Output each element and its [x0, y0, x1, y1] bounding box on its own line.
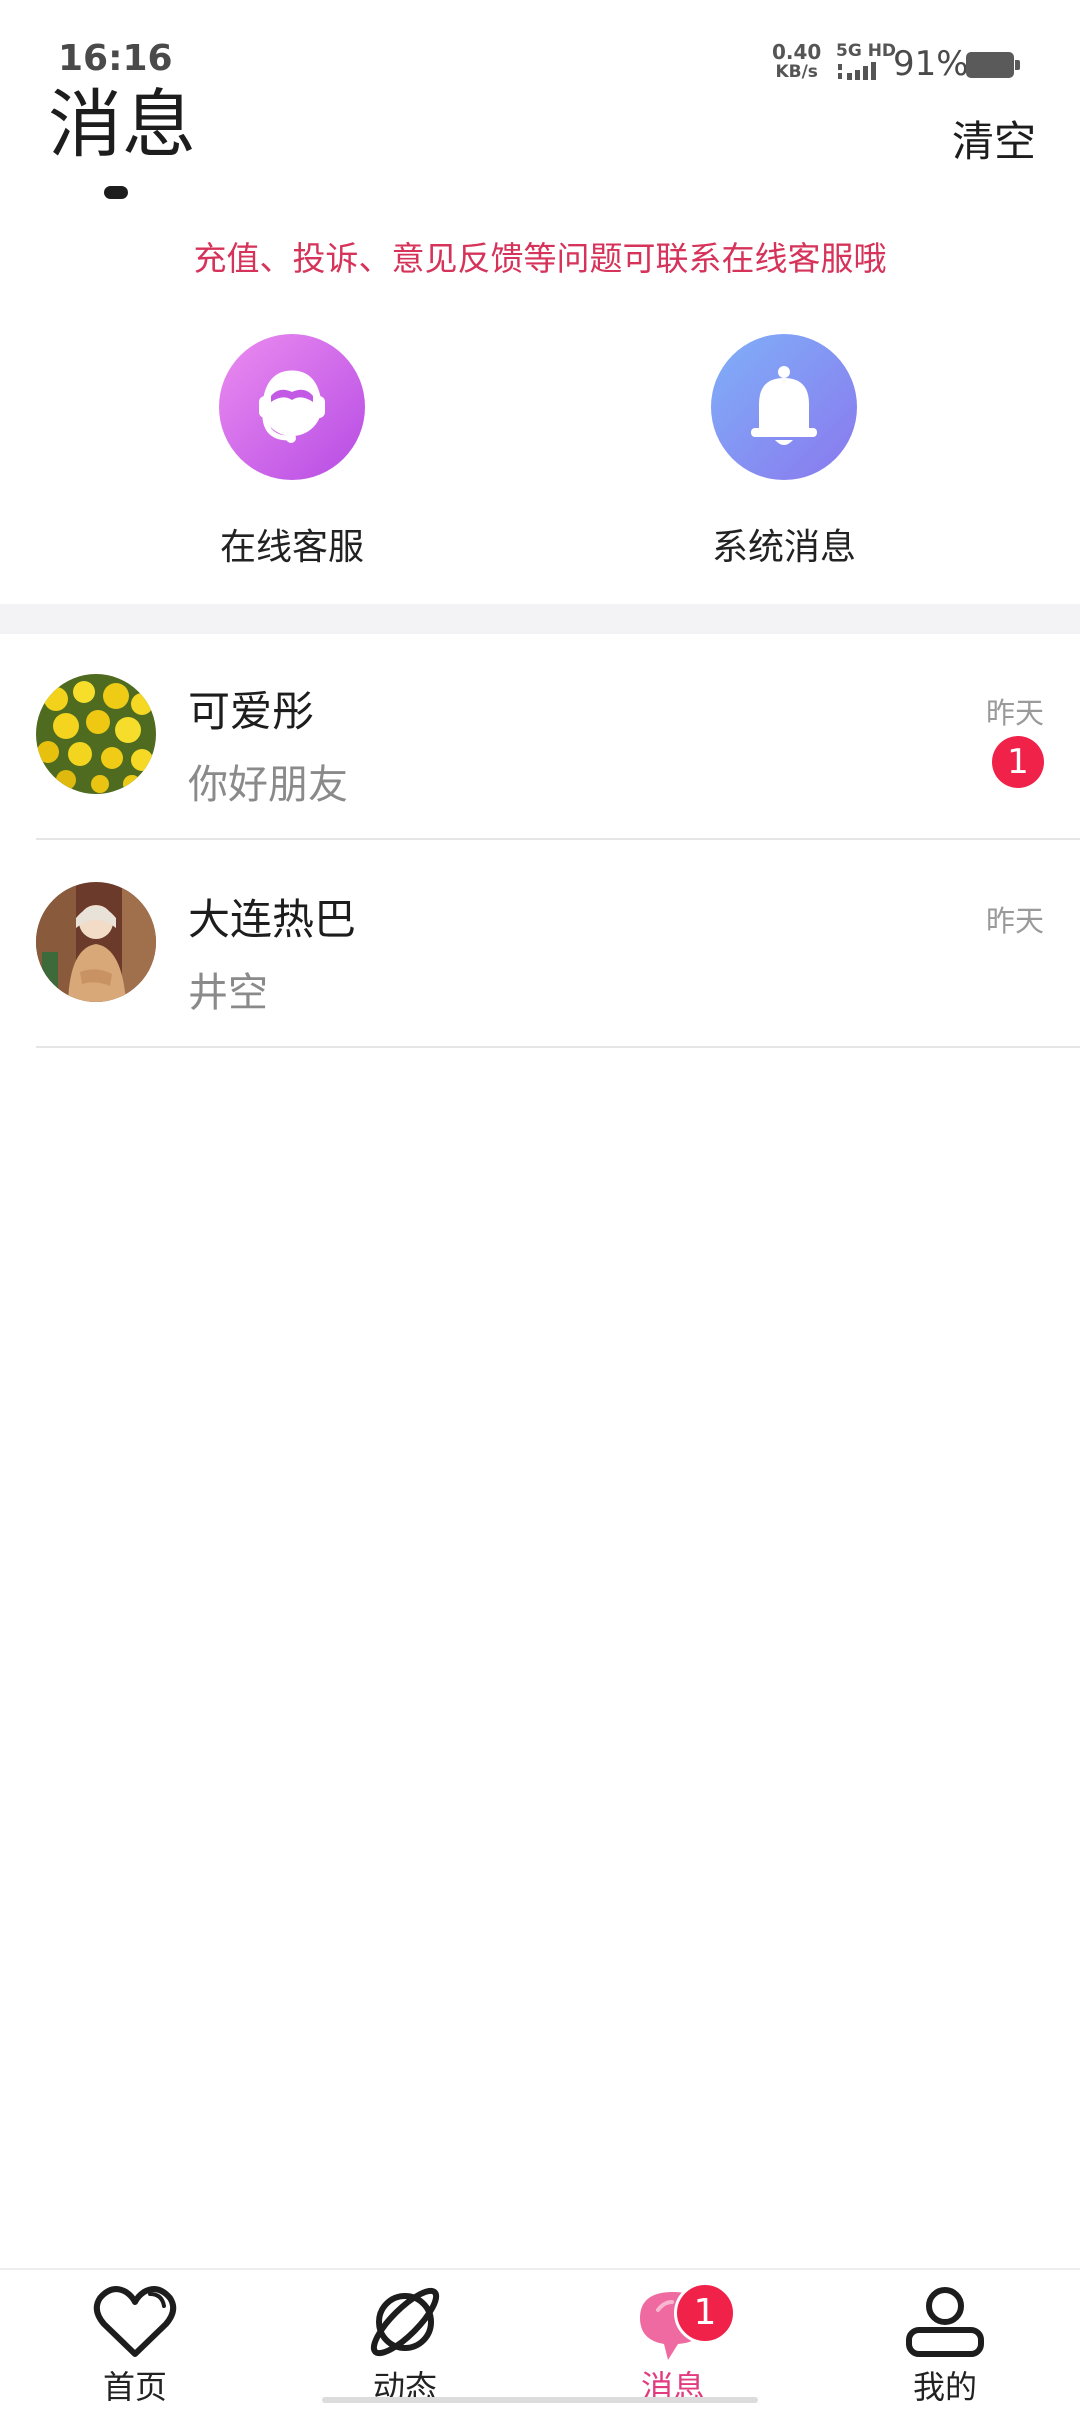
battery-tip	[1015, 60, 1020, 70]
nav-label-mine: 我的	[912, 2368, 977, 2406]
status-time: 16:16	[58, 38, 173, 79]
row-divider	[36, 1046, 1080, 1048]
conversation-row[interactable]: 大连热巴 井空 昨天	[0, 842, 1080, 1048]
avatar	[36, 674, 156, 794]
system-messages-entry[interactable]: 系统消息	[634, 334, 934, 570]
battery-icon	[966, 52, 1014, 78]
unread-badge: 1	[992, 736, 1044, 788]
network-speed: 0.40 KB/s	[772, 42, 821, 82]
contact-name: 可爱彤	[188, 687, 315, 736]
clear-button[interactable]: 清空	[952, 108, 1036, 169]
nav-label-home: 首页	[102, 2368, 167, 2406]
avatar	[36, 882, 156, 1002]
network-speed-value: 0.40	[772, 40, 822, 64]
message-preview: 井空	[188, 970, 268, 1016]
message-time: 昨天	[985, 904, 1044, 938]
online-service-entry[interactable]: 在线客服	[142, 334, 442, 570]
bell-icon	[711, 334, 857, 480]
network-speed-unit: KB/s	[775, 62, 818, 82]
row-divider	[36, 838, 1080, 840]
nav-item-home[interactable]: 首页	[0, 2270, 270, 2410]
home-indicator	[322, 2397, 758, 2403]
battery-percent: 91%	[893, 44, 969, 84]
signal-icon	[838, 62, 876, 80]
messages-unread-badge: 1	[674, 2282, 736, 2344]
bottom-nav: 首页 动态 消息 我的	[0, 2268, 1080, 2410]
headset-icon	[219, 334, 365, 480]
message-preview: 你好朋友	[188, 762, 348, 808]
heart-icon	[93, 2286, 177, 2357]
system-messages-label: 系统消息	[711, 527, 856, 568]
user-icon	[906, 2287, 984, 2357]
message-time: 昨天	[985, 696, 1044, 730]
title-indicator	[104, 186, 128, 199]
contact-name: 大连热巴	[188, 895, 357, 944]
planet-icon	[370, 2287, 440, 2357]
network-type: 5G HD	[836, 41, 897, 61]
nav-item-moments[interactable]: 动态	[270, 2270, 540, 2410]
online-service-label: 在线客服	[219, 527, 364, 568]
conversation-row[interactable]: 可爱彤 你好朋友 昨天 1	[0, 634, 1080, 840]
section-divider	[0, 604, 1080, 634]
support-notice: 充值、投诉、意见反馈等问题可联系在线客服哦	[193, 239, 887, 278]
nav-item-messages[interactable]: 消息	[538, 2270, 808, 2410]
page-title: 消息	[48, 82, 196, 168]
nav-item-mine[interactable]: 我的	[810, 2270, 1080, 2410]
